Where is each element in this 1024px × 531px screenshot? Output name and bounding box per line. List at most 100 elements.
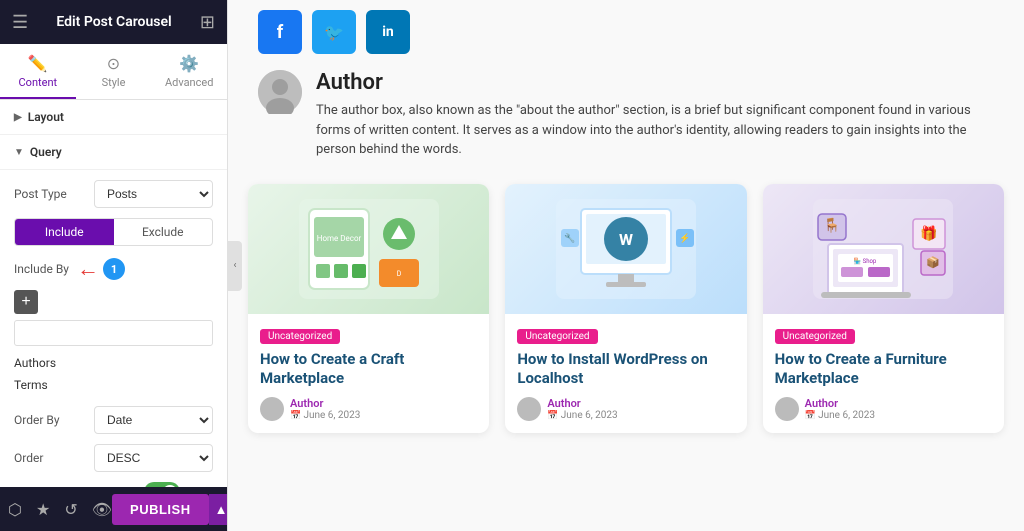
card-craft-image: Home Decor D [248, 184, 489, 314]
include-by-input[interactable] [14, 320, 213, 346]
facebook-button[interactable]: f [258, 10, 302, 54]
style-tab-icon: ⊙ [107, 54, 120, 73]
svg-text:🪑: 🪑 [824, 217, 841, 234]
publish-button[interactable]: PUBLISH [112, 494, 209, 525]
layout-section-label: Layout [28, 110, 64, 124]
option-terms[interactable]: Terms [14, 374, 213, 396]
publish-chevron-button[interactable]: ▲ [209, 494, 228, 525]
linkedin-button[interactable]: in [366, 10, 410, 54]
sidebar: ☰ Edit Post Carousel ⊞ ✏️ Content ⊙ Styl… [0, 0, 228, 531]
svg-text:🔧: 🔧 [564, 232, 575, 244]
card-furniture-title: How to Create a Furniture Marketplace [775, 350, 992, 389]
include-tab[interactable]: Include [15, 219, 114, 245]
card-wordpress-title: How to Install WordPress on Localhost [517, 350, 734, 389]
svg-text:Home Decor: Home Decor [316, 234, 361, 243]
card-craft-badge: Uncategorized [260, 329, 340, 344]
page-title: Edit Post Carousel [56, 14, 171, 30]
include-by-row: Include By ← 1 [14, 256, 213, 282]
avatar-icon [258, 70, 302, 114]
include-by-badge: 1 [103, 258, 125, 280]
card-craft-meta-info: Author June 6, 2023 [290, 397, 360, 421]
include-by-label: Include By [14, 262, 69, 276]
sidebar-header: ☰ Edit Post Carousel ⊞ [0, 0, 227, 44]
twitter-button[interactable]: 🐦 [312, 10, 356, 54]
layout-section-header[interactable]: ▶ Layout [0, 100, 227, 135]
author-avatar [258, 70, 302, 114]
order-row: Order DESC ASC [14, 444, 213, 472]
publish-area: PUBLISH ▲ [112, 494, 228, 525]
hamburger-icon[interactable]: ☰ [12, 12, 28, 33]
card-craft-title: How to Create a Craft Marketplace [260, 350, 477, 389]
card-wordpress-author: Author [547, 397, 617, 410]
sidebar-content: ▶ Layout ▼ Query Post Type Posts Pages I… [0, 100, 227, 487]
query-section-content: Post Type Posts Pages Include Exclude In… [0, 170, 227, 487]
card-wordpress-date: June 6, 2023 [547, 410, 617, 421]
author-bio: The author box, also known as the "about… [316, 101, 1004, 160]
craft-illustration: Home Decor D [289, 189, 449, 309]
option-authors[interactable]: Authors [14, 352, 213, 374]
ignore-sticky-toggle[interactable] [144, 482, 180, 487]
query-section-header[interactable]: ▼ Query [0, 135, 227, 170]
card-craft-meta: Author June 6, 2023 [260, 397, 477, 421]
order-select[interactable]: DESC ASC [94, 444, 213, 472]
query-arrow-icon: ▼ [14, 147, 24, 158]
sidebar-bottom: ⬡ ★ ↺ 👁 PUBLISH ▲ [0, 487, 227, 531]
card-wordpress: W 🔧 ⚡ Uncategorized How to Install WordP… [505, 184, 746, 433]
order-by-select[interactable]: Date Title ID [94, 406, 213, 434]
svg-text:W: W [619, 230, 633, 249]
svg-text:⚡: ⚡ [679, 232, 690, 244]
bottom-icons: ⬡ ★ ↺ 👁 [8, 500, 112, 519]
linkedin-icon: in [382, 24, 394, 40]
twitter-icon: 🐦 [324, 23, 344, 42]
svg-text:📦: 📦 [926, 256, 940, 269]
card-furniture-body: Uncategorized How to Create a Furniture … [763, 314, 1004, 433]
tab-advanced[interactable]: ⚙️ Advanced [151, 44, 227, 99]
svg-text:🏪 Shop: 🏪 Shop [854, 257, 877, 265]
sidebar-tabs: ✏️ Content ⊙ Style ⚙️ Advanced [0, 44, 227, 100]
cards-section: Home Decor D Uncategorized How to Create… [228, 174, 1024, 443]
content-tab-label: Content [19, 76, 58, 89]
card-wordpress-avatar [517, 397, 541, 421]
card-furniture-badge: Uncategorized [775, 329, 855, 344]
card-craft-date: June 6, 2023 [290, 410, 360, 421]
advanced-tab-label: Advanced [165, 76, 213, 89]
card-wordpress-meta-info: Author June 6, 2023 [547, 397, 617, 421]
card-furniture-date: June 6, 2023 [805, 410, 875, 421]
post-type-row: Post Type Posts Pages [14, 180, 213, 208]
post-type-label: Post Type [14, 187, 94, 201]
query-section-label: Query [30, 145, 62, 159]
facebook-icon: f [277, 22, 283, 43]
tab-style[interactable]: ⊙ Style [76, 44, 152, 99]
arrow-indicator: ← 1 [77, 256, 125, 282]
grid-icon[interactable]: ⊞ [200, 12, 215, 33]
add-button[interactable]: + [14, 290, 38, 314]
tab-content[interactable]: ✏️ Content [0, 44, 76, 99]
refresh-icon[interactable]: ↺ [64, 500, 77, 519]
star-icon[interactable]: ★ [36, 500, 50, 519]
exclude-tab[interactable]: Exclude [114, 219, 213, 245]
svg-text:🎁: 🎁 [921, 225, 938, 242]
eye-icon[interactable]: 👁 [92, 500, 112, 519]
post-type-select[interactable]: Posts Pages [94, 180, 213, 208]
content-tab-icon: ✏️ [28, 54, 48, 73]
collapse-handle[interactable]: ‹ [228, 241, 242, 291]
order-by-label: Order By [14, 413, 94, 427]
card-furniture-avatar [775, 397, 799, 421]
card-furniture-author: Author [805, 397, 875, 410]
card-craft-body: Uncategorized How to Create a Craft Mark… [248, 314, 489, 433]
card-wordpress-badge: Uncategorized [517, 329, 597, 344]
card-craft-author: Author [290, 397, 360, 410]
advanced-tab-icon: ⚙️ [179, 54, 199, 73]
include-exclude-tabs: Include Exclude [14, 218, 213, 246]
layout-arrow-icon: ▶ [14, 112, 22, 123]
card-wordpress-meta: Author June 6, 2023 [517, 397, 734, 421]
furniture-illustration: 🏪 Shop 🎁 📦 🪑 [803, 189, 963, 309]
red-arrow-icon: ← [77, 256, 99, 282]
card-furniture: 🏪 Shop 🎁 📦 🪑 Uncategorized How to Create… [763, 184, 1004, 433]
author-info: Author The author box, also known as the… [316, 70, 1004, 160]
card-craft: Home Decor D Uncategorized How to Create… [248, 184, 489, 433]
author-section: Author The author box, also known as the… [228, 60, 1024, 174]
social-bar: f 🐦 in [228, 0, 1024, 60]
hexagon-icon[interactable]: ⬡ [8, 500, 22, 519]
order-label: Order [14, 451, 94, 465]
